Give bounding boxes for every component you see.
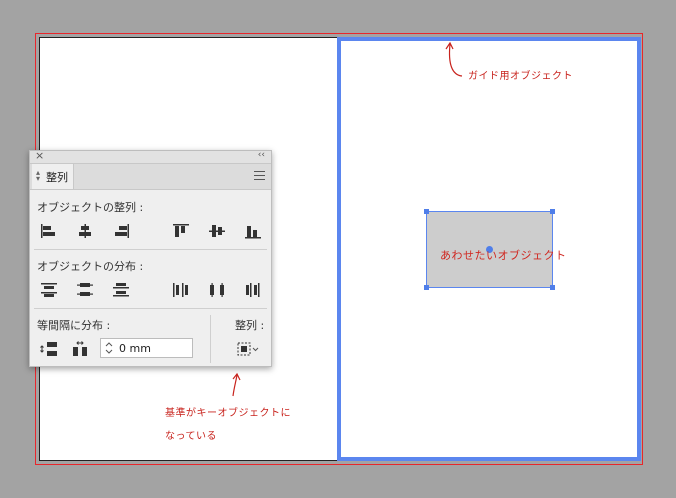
vertical-distribute-bottom-button[interactable] [110, 280, 132, 300]
align-to-key-object-dropdown[interactable] [235, 339, 261, 359]
key-object-note-line2: なっている [165, 431, 217, 442]
tab-stepper-icon: ▴ ▾ [36, 168, 41, 183]
distribute-objects-heading: オブジェクトの分布 : [37, 260, 144, 273]
key-object-note-line1: 基準がキーオブジェクトに [165, 408, 291, 419]
horizontal-distribute-center-button[interactable] [206, 280, 228, 300]
spacing-stepper[interactable] [100, 338, 193, 358]
selection-handle-tr[interactable] [550, 209, 555, 214]
selection-handle-bl[interactable] [424, 285, 429, 290]
section-divider-vertical [210, 315, 211, 363]
horizontal-align-right-button[interactable] [110, 221, 132, 241]
horizontal-distribute-right-button[interactable] [242, 280, 264, 300]
panel-menu-icon[interactable] [254, 171, 265, 183]
selection-handle-tl[interactable] [424, 209, 429, 214]
align-panel: × ‹‹ ▴ ▾ 整列 オブジェクトの整列 : オブジェクトの分布 : 等間隔に… [29, 149, 272, 367]
guide-object-note: ガイド用オブジェクト [468, 71, 573, 82]
collapse-icon[interactable]: ‹‹ [258, 150, 265, 160]
vertical-distribute-space-button[interactable] [38, 339, 60, 359]
spacing-value-input[interactable] [119, 340, 189, 356]
align-to-heading: 整列 : [235, 319, 265, 332]
panel-tab-row: ▴ ▾ 整列 [30, 164, 271, 190]
guide-arrow-icon [445, 41, 463, 77]
stepper-arrows-icon[interactable] [104, 340, 114, 356]
horizontal-distribute-space-button[interactable] [70, 339, 92, 359]
tab-align-label: 整列 [46, 171, 68, 184]
vertical-distribute-top-button[interactable] [38, 280, 60, 300]
horizontal-align-left-button[interactable] [38, 221, 60, 241]
distribute-spacing-heading: 等間隔に分布 : [37, 319, 111, 332]
vertical-align-top-button[interactable] [170, 221, 192, 241]
selection-handle-br[interactable] [550, 285, 555, 290]
horizontal-align-center-button[interactable] [74, 221, 96, 241]
align-objects-heading: オブジェクトの整列 : [37, 201, 144, 214]
panel-titlebar[interactable]: × ‹‹ [30, 149, 271, 164]
close-icon[interactable]: × [35, 149, 44, 162]
vertical-distribute-center-button[interactable] [74, 280, 96, 300]
horizontal-distribute-left-button[interactable] [170, 280, 192, 300]
tab-align[interactable]: ▴ ▾ 整列 [32, 164, 74, 189]
section-divider [34, 249, 267, 250]
section-divider [34, 308, 267, 309]
object-label: あわせたいオブジェクト [440, 249, 567, 262]
vertical-align-center-button[interactable] [206, 221, 228, 241]
vertical-align-bottom-button[interactable] [242, 221, 264, 241]
key-arrow-icon [232, 372, 241, 397]
